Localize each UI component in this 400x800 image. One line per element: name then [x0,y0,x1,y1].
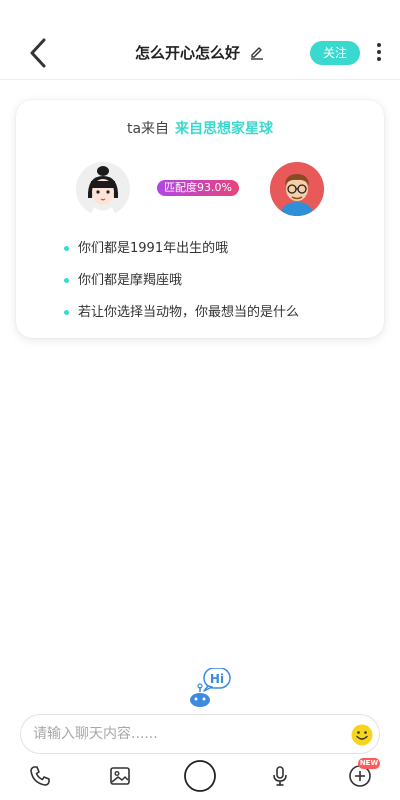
top-bar: 怎么开心怎么好 关注 [0,0,400,80]
image-icon[interactable] [108,764,132,788]
edit-icon[interactable] [249,44,265,60]
match-facts-list: 你们都是1991年出生的哦 你们都是摩羯座哦 若让你选择当动物，你最想当的是什么 [64,240,364,336]
bullet-dot [64,278,69,283]
bullet-dot [64,246,69,251]
bullet-dot [64,310,69,315]
more-options-icon[interactable] [372,40,386,66]
origin-place[interactable]: 来自思想家星球 [175,121,273,137]
fact-text: 你们都是摩羯座哦 [78,273,183,288]
origin-line: ta来自 来自思想家星球 [16,118,384,138]
hi-robot-button[interactable]: Hi [186,667,234,708]
list-item[interactable]: 若让你选择当动物，你最想当的是什么 [64,304,364,336]
emoji-icon[interactable] [351,724,373,746]
message-input[interactable] [33,723,333,745]
match-card: ta来自 来自思想家星球 匹配度93.0% 你们都是1991年出生的哦 你们都是… [16,100,384,338]
chat-title: 怎么开心怎么好 [134,44,240,62]
list-item: 你们都是1991年出生的哦 [64,240,364,272]
message-input-bar [20,714,380,754]
microphone-icon[interactable] [268,764,292,788]
my-avatar[interactable] [76,162,130,216]
hi-bubble-text: Hi [210,672,224,686]
match-score-badge: 匹配度93.0% [157,180,239,196]
list-item: 你们都是摩羯座哦 [64,272,364,304]
new-badge: NEW [358,758,380,769]
partner-avatar[interactable] [270,162,324,216]
fact-text: 若让你选择当动物，你最想当的是什么 [78,305,300,320]
fact-text: 你们都是1991年出生的哦 [78,241,229,256]
record-icon[interactable] [184,760,216,792]
phone-icon[interactable] [28,764,52,788]
bottom-toolbar: NEW [0,758,400,798]
follow-button[interactable]: 关注 [310,41,360,65]
origin-label: ta来自 [126,121,170,137]
